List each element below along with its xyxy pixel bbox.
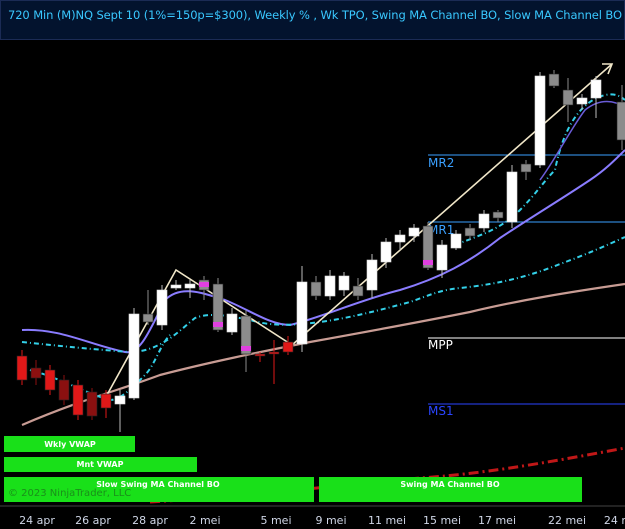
candles-group: [16, 70, 625, 432]
candle-body: [394, 234, 406, 243]
candle-body: [226, 313, 238, 333]
candle-body: [100, 393, 112, 409]
channel-dotted-line: [21, 236, 625, 354]
candle-body: [72, 384, 84, 416]
candle-body: [170, 284, 182, 289]
candle-body: [436, 244, 448, 271]
candle-body: [616, 101, 625, 141]
candle-body: [520, 163, 532, 173]
chart-title: 720 Min (M)NQ Sept 10 (1%=150p=$300), We…: [8, 8, 622, 22]
ms1-label: MS1: [428, 404, 454, 418]
x-axis-tick-label: 9 mei: [315, 514, 346, 527]
copyright-text: © 2023 NinjaTrader, LLC: [8, 488, 131, 499]
chart-title-bar: 720 Min (M)NQ Sept 10 (1%=150p=$300), We…: [0, 0, 625, 40]
x-axis-tick-label: 5 mei: [260, 514, 291, 527]
candle-body: [324, 275, 336, 297]
candle-body: [548, 73, 560, 87]
candle-body: [254, 353, 266, 357]
tpo-marker: [241, 346, 251, 351]
wkly-vwap-label: Wkly VWAP: [44, 440, 96, 449]
candle-body: [590, 79, 602, 99]
candle-body: [352, 285, 364, 297]
candle-body: [506, 171, 518, 223]
candle-body: [114, 395, 126, 405]
x-axis-tick-label: 26 apr: [75, 514, 111, 527]
candle-body: [268, 351, 280, 355]
candle-body: [478, 213, 490, 229]
mr2-label: MR2: [428, 156, 454, 170]
candle-body: [184, 283, 196, 289]
candle-body: [492, 211, 504, 219]
candle-body: [408, 227, 420, 237]
x-axis-labels: 24 apr 26 apr 28 apr 2 mei 5 mei 9 mei 11 mei 1…: [19, 514, 625, 527]
tpo-marker: [213, 322, 223, 327]
candle-body: [86, 391, 98, 417]
candle-body: [338, 275, 350, 291]
candle-body: [128, 313, 140, 399]
candle-body: [30, 367, 42, 379]
candle-body: [450, 233, 462, 249]
x-axis-tick-label: 15 mei: [423, 514, 461, 527]
candle-body: [282, 341, 294, 353]
candle-body: [380, 241, 392, 263]
mnt-vwap-label: Mnt VWAP: [77, 460, 124, 469]
x-axis-tick-label: 28 apr: [132, 514, 168, 527]
tpo-marker: [423, 260, 433, 265]
x-axis-tick-label: 22 mei: [548, 514, 586, 527]
x-axis-tick-label: 11 mei: [368, 514, 406, 527]
candle-body: [142, 313, 154, 323]
fast-ma-upper-line: [539, 100, 625, 181]
x-axis-tick-label: 2 mei: [189, 514, 220, 527]
price-chart[interactable]: MR2 MR1 MPP MS1 Wkly VWAP Mnt VWAP Slow …: [0, 40, 625, 529]
candle-body: [310, 281, 322, 297]
swing-ma-label: Swing MA Channel BO: [400, 480, 499, 489]
candle-body: [44, 369, 56, 391]
candle-body: [576, 97, 588, 105]
candle-body: [464, 227, 476, 237]
candle-body: [296, 281, 308, 345]
candle-body: [534, 75, 546, 166]
x-axis-tick-label: 24 m: [604, 514, 625, 527]
candle-body: [562, 89, 574, 106]
x-axis-tick-label: 17 mei: [478, 514, 516, 527]
mpp-label: MPP: [428, 338, 453, 352]
x-axis-tick-label: 24 apr: [19, 514, 55, 527]
tpo-marker: [199, 282, 209, 287]
candle-body: [156, 289, 168, 326]
candle-body: [366, 259, 378, 291]
candle-body: [16, 355, 28, 381]
candle-body: [58, 379, 70, 401]
